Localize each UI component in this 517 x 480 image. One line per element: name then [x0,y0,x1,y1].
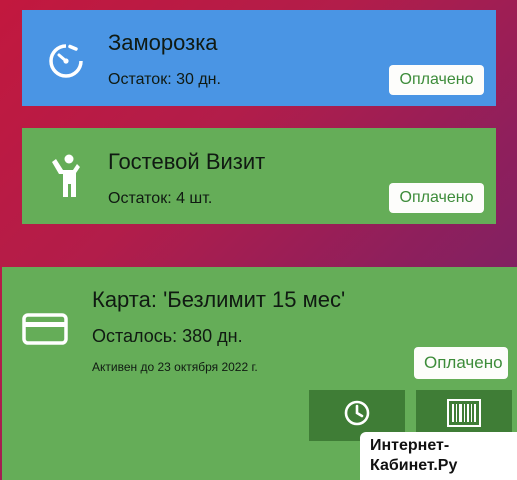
clock-icon [343,399,371,432]
membership-paid-button[interactable]: Оплачено [414,347,508,379]
barcode-icon [447,399,481,432]
guest-visit-card[interactable]: Гостевой Визит Остаток: 4 шт. Оплачено [22,128,496,224]
freeze-card[interactable]: Заморозка Остаток: 30 дн. Оплачено [22,10,496,106]
guest-visit-paid-button[interactable]: Оплачено [389,183,484,213]
guest-visit-title: Гостевой Визит [108,149,266,174]
card-icon [22,313,68,345]
timer-icon [46,40,86,80]
membership-active-until: Активен до 23 октября 2022 г. [92,360,258,374]
watermark-line-1: Интернет- [370,437,450,454]
watermark: Интернет- Кабинет.Ру [360,432,517,480]
guest-visit-remaining: Остаток: 4 шт. [108,190,213,207]
membership-remaining: Осталось: 380 дн. [92,326,243,346]
membership-title: Карта: 'Безлимит 15 мес' [92,287,346,312]
watermark-line-2: Кабинет.Ру [370,457,458,474]
freeze-title: Заморозка [108,30,218,55]
person-icon [46,153,86,199]
freeze-paid-button[interactable]: Оплачено [389,65,484,95]
freeze-remaining: Остаток: 30 дн. [108,71,221,88]
